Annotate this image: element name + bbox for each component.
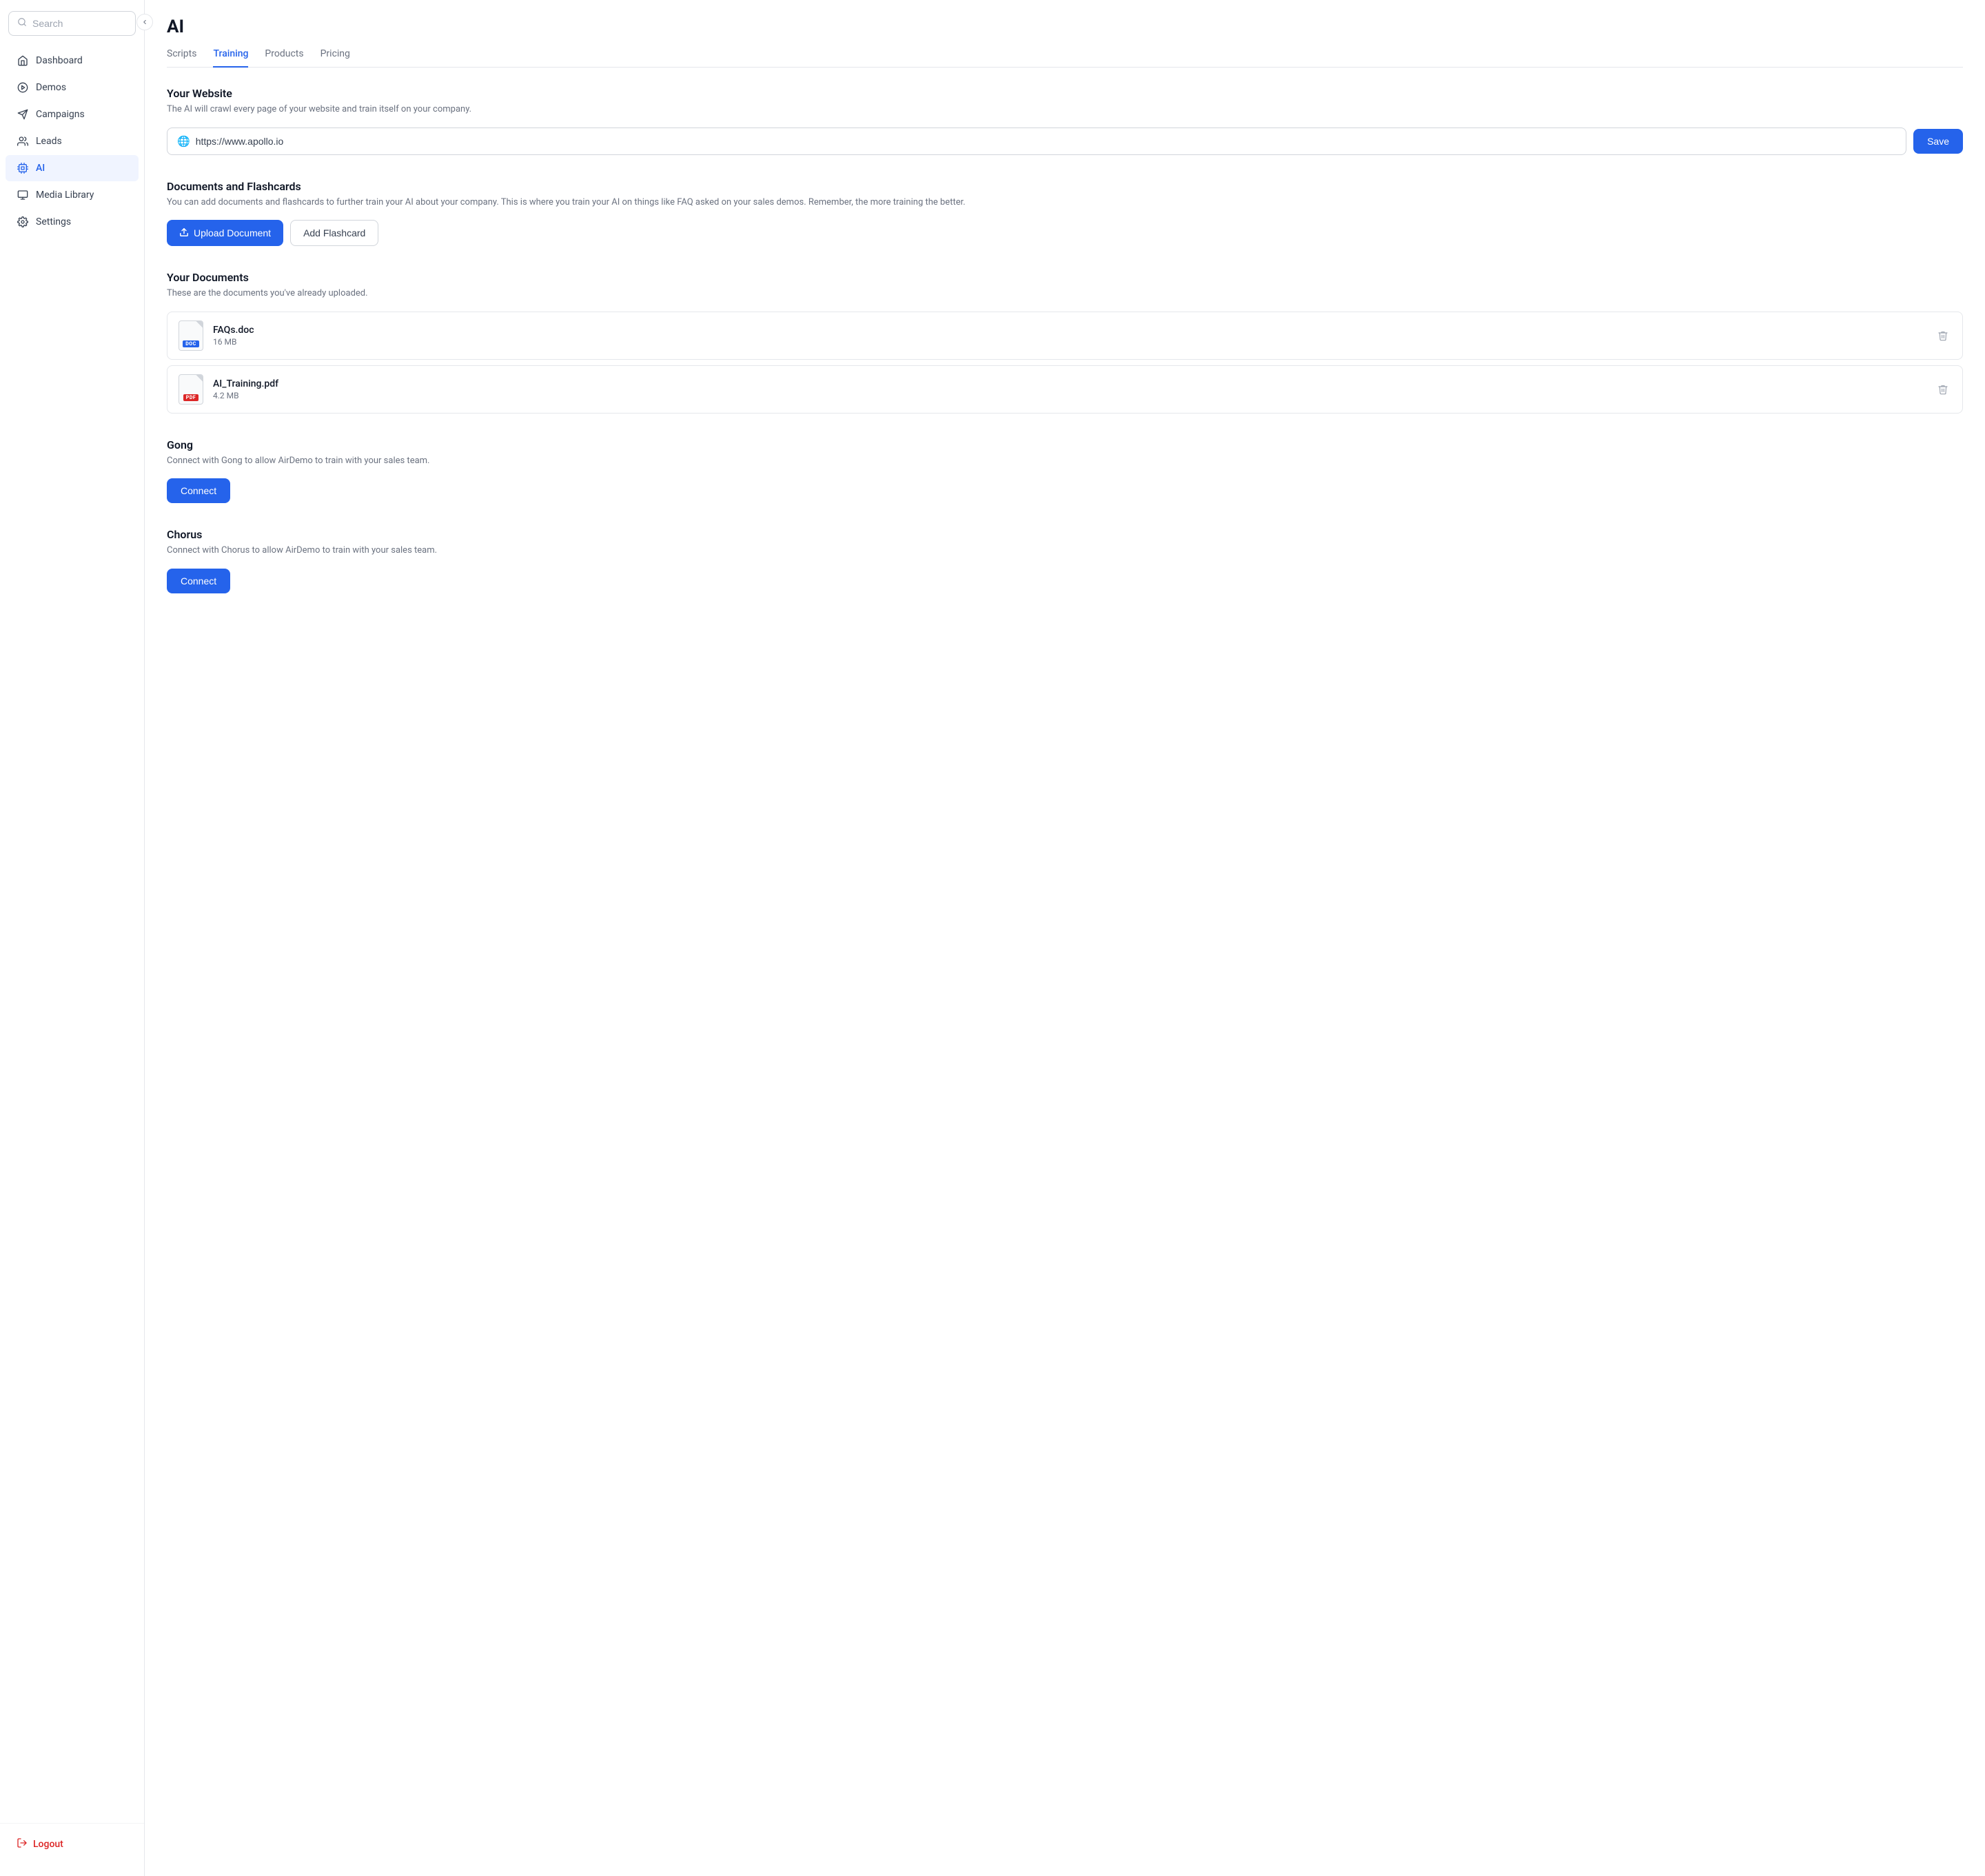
save-button[interactable]: Save [1913, 129, 1963, 154]
settings-icon [17, 216, 29, 228]
doc-badge-ai: PDF [183, 394, 198, 401]
gong-section: Gong Connect with Gong to allow AirDemo … [167, 438, 1963, 504]
sidebar-item-dashboard[interactable]: Dashboard [6, 48, 139, 74]
logout-label: Logout [33, 1839, 63, 1850]
add-flashcard-button[interactable]: Add Flashcard [290, 220, 378, 246]
upload-document-label: Upload Document [194, 227, 271, 238]
send-icon [17, 108, 29, 121]
sidebar: Dashboard Demos Campaigns Leads [0, 0, 145, 1876]
doc-info-ai: AI_Training.pdf 4.2 MB [213, 378, 278, 400]
chorus-desc: Connect with Chorus to allow AirDemo to … [167, 544, 1963, 558]
upload-icon [179, 227, 189, 239]
website-section-desc: The AI will crawl every page of your web… [167, 103, 1963, 116]
sidebar-footer: Logout [0, 1823, 144, 1865]
sidebar-item-campaigns[interactable]: Campaigns [6, 101, 139, 128]
logout-icon [17, 1837, 28, 1851]
your-documents-title: Your Documents [167, 271, 1963, 284]
chorus-title: Chorus [167, 528, 1963, 541]
search-box[interactable] [8, 11, 136, 36]
doc-size-faq: 16 MB [213, 337, 254, 347]
sidebar-item-label-settings: Settings [36, 216, 71, 227]
doc-icon-faq: DOC [179, 320, 203, 351]
monitor-icon [17, 189, 29, 201]
main-content: AI Scripts Training Products Pricing You… [145, 0, 1985, 1876]
page-title: AI [167, 17, 1963, 37]
chorus-connect-button[interactable]: Connect [167, 569, 230, 593]
sidebar-item-label-dashboard: Dashboard [36, 55, 83, 66]
documents-flashcards-section: Documents and Flashcards You can add doc… [167, 180, 1963, 247]
your-documents-desc: These are the documents you've already u… [167, 287, 1963, 300]
delete-doc-faq-button[interactable] [1935, 327, 1951, 344]
doc-badge-faq: DOC [183, 340, 198, 347]
chorus-section: Chorus Connect with Chorus to allow AirD… [167, 528, 1963, 593]
doc-size-ai: 4.2 MB [213, 391, 278, 400]
sidebar-item-label-ai: AI [36, 163, 45, 174]
globe-icon: 🌐 [177, 135, 190, 147]
document-item: PDF AI_Training.pdf 4.2 MB [167, 365, 1963, 414]
tab-scripts[interactable]: Scripts [167, 48, 196, 68]
url-input[interactable] [196, 136, 1896, 147]
doc-icon-ai: PDF [179, 374, 203, 405]
doc-left-faq: DOC FAQs.doc 16 MB [179, 320, 254, 351]
upload-document-button[interactable]: Upload Document [167, 220, 283, 246]
nav-menu: Dashboard Demos Campaigns Leads [0, 47, 144, 1823]
website-section: Your Website The AI will crawl every pag… [167, 87, 1963, 155]
sidebar-item-demos[interactable]: Demos [6, 74, 139, 101]
gong-desc: Connect with Gong to allow AirDemo to tr… [167, 454, 1963, 468]
document-list: DOC FAQs.doc 16 MB PDF [167, 312, 1963, 414]
documents-section-desc: You can add documents and flashcards to … [167, 196, 1963, 210]
url-input-wrap[interactable]: 🌐 [167, 128, 1906, 155]
sidebar-item-label-demos: Demos [36, 82, 66, 93]
tab-training[interactable]: Training [213, 48, 248, 68]
your-documents-section: Your Documents These are the documents y… [167, 271, 1963, 414]
users-icon [17, 135, 29, 147]
sidebar-item-leads[interactable]: Leads [6, 128, 139, 154]
play-circle-icon [17, 81, 29, 94]
sidebar-item-settings[interactable]: Settings [6, 209, 139, 235]
sidebar-item-ai[interactable]: AI [6, 155, 139, 181]
delete-doc-ai-button[interactable] [1935, 381, 1951, 398]
documents-section-title: Documents and Flashcards [167, 180, 1963, 193]
tab-bar: Scripts Training Products Pricing [167, 48, 1963, 68]
logout-button[interactable]: Logout [11, 1832, 133, 1857]
doc-left-ai: PDF AI_Training.pdf 4.2 MB [179, 374, 278, 405]
search-icon [17, 17, 27, 30]
doc-info-faq: FAQs.doc 16 MB [213, 325, 254, 347]
home-icon [17, 54, 29, 67]
gong-title: Gong [167, 438, 1963, 451]
document-item: DOC FAQs.doc 16 MB [167, 312, 1963, 360]
sidebar-collapse-button[interactable] [136, 14, 153, 30]
sidebar-item-label-leads: Leads [36, 136, 62, 147]
website-section-title: Your Website [167, 87, 1963, 100]
sidebar-item-label-campaigns: Campaigns [36, 109, 85, 120]
gong-connect-button[interactable]: Connect [167, 478, 230, 503]
cpu-icon [17, 162, 29, 174]
doc-name-faq: FAQs.doc [213, 325, 254, 336]
sidebar-item-label-media-library: Media Library [36, 190, 94, 201]
url-row: 🌐 Save [167, 128, 1963, 155]
sidebar-item-media-library[interactable]: Media Library [6, 182, 139, 208]
tab-products[interactable]: Products [265, 48, 303, 68]
search-input[interactable] [32, 18, 127, 29]
doc-name-ai: AI_Training.pdf [213, 378, 278, 389]
document-action-buttons: Upload Document Add Flashcard [167, 220, 1963, 246]
tab-pricing[interactable]: Pricing [320, 48, 350, 68]
